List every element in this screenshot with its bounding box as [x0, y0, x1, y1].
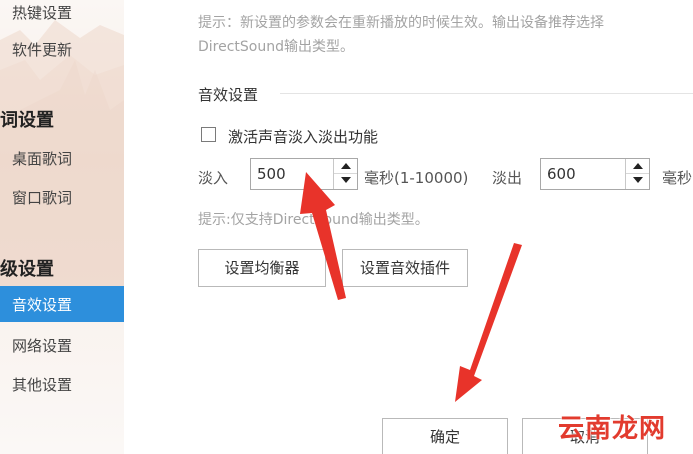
sidebar-item-hotkeys[interactable]: 热键设置 — [12, 2, 72, 23]
section-title: 音效设置 — [198, 86, 259, 104]
fade-out-stepper[interactable]: 600 — [540, 158, 650, 190]
sidebar-item-sound-effects[interactable]: 音效设置 — [0, 286, 124, 322]
section-divider — [280, 93, 693, 94]
sound-plugin-button[interactable]: 设置音效插件 — [342, 249, 468, 287]
fade-in-increment-button[interactable] — [334, 159, 357, 174]
ok-button[interactable]: 确定 — [382, 418, 508, 454]
sidebar-item-software-update[interactable]: 软件更新 — [12, 39, 72, 60]
watermark-logo: 云南龙网 — [558, 414, 667, 444]
equalizer-button[interactable]: 设置均衡器 — [198, 249, 326, 287]
settings-panel: 提示：新设置的参数会在重新播放的时候生效。输出设备推荐选择 DirectSoun… — [124, 0, 693, 454]
settings-sidebar: 热键设置 软件更新 词设置 桌面歌词 窗口歌词 级设置 音效设置 网络设置 其他… — [0, 0, 124, 454]
sidebar-item-other[interactable]: 其他设置 — [12, 374, 72, 395]
fade-out-decrement-button[interactable] — [626, 174, 649, 189]
output-device-hint-line2: DirectSound输出类型。 — [198, 39, 355, 55]
fade-checkbox-label[interactable]: 激活声音淡入淡出功能 — [228, 126, 378, 147]
fade-out-spin-buttons — [625, 159, 649, 189]
fade-out-unit-label: 毫秒 — [662, 169, 693, 187]
fade-in-value[interactable]: 500 — [257, 165, 286, 183]
fade-in-spin-buttons — [333, 159, 357, 189]
fade-checkbox[interactable] — [201, 127, 216, 142]
triangle-down-icon — [341, 177, 351, 183]
triangle-down-icon — [633, 177, 643, 183]
fade-in-range-label: 毫秒(1-10000) — [364, 169, 469, 187]
triangle-up-icon — [341, 163, 351, 169]
sidebar-group-advanced: 级设置 — [0, 259, 54, 280]
triangle-up-icon — [633, 163, 643, 169]
sidebar-item-network[interactable]: 网络设置 — [12, 335, 72, 356]
sidebar-item-window-lyrics[interactable]: 窗口歌词 — [12, 187, 72, 208]
fade-out-increment-button[interactable] — [626, 159, 649, 174]
output-device-hint-line1: 提示：新设置的参数会在重新播放的时候生效。输出设备推荐选择 — [198, 15, 604, 31]
fade-out-value[interactable]: 600 — [547, 165, 576, 183]
sidebar-group-lyrics: 词设置 — [0, 110, 54, 131]
sidebar-item-label: 音效设置 — [12, 296, 73, 314]
fade-out-label: 淡出 — [492, 169, 523, 187]
fade-in-label: 淡入 — [198, 169, 229, 187]
fade-in-decrement-button[interactable] — [334, 174, 357, 189]
fade-support-hint: 提示:仅支持DirectSound输出类型。 — [198, 212, 429, 228]
fade-in-stepper[interactable]: 500 — [250, 158, 358, 190]
sidebar-item-desktop-lyrics[interactable]: 桌面歌词 — [12, 148, 72, 169]
